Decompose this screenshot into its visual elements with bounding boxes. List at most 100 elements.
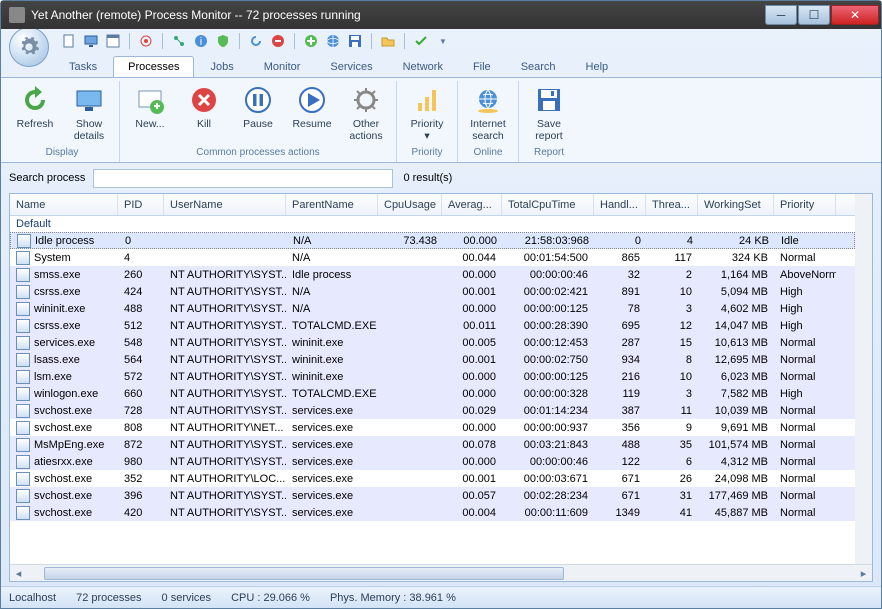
tab-services[interactable]: Services	[316, 57, 386, 77]
qa-btn-8[interactable]	[248, 33, 264, 49]
cell-parent: services.exe	[286, 453, 378, 470]
priority-button[interactable]: Priority▾	[401, 81, 453, 145]
col-header-thr[interactable]: Threa...	[646, 194, 698, 215]
cell-user: NT AUTHORITY\SYST...	[164, 402, 286, 419]
table-row[interactable]: smss.exe260NT AUTHORITY\SYST...Idle proc…	[10, 266, 855, 283]
qa-btn-5[interactable]	[171, 33, 187, 49]
tab-network[interactable]: Network	[389, 57, 457, 77]
col-header-name[interactable]: Name	[10, 194, 118, 215]
table-row[interactable]: services.exe548NT AUTHORITY\SYST...winin…	[10, 334, 855, 351]
qa-btn-14[interactable]	[413, 33, 429, 49]
cell-pid: 808	[118, 419, 164, 436]
maximize-button[interactable]: ☐	[798, 5, 830, 25]
resume-button[interactable]: Resume	[286, 81, 338, 145]
cell-pid: 0	[119, 233, 165, 248]
qa-dropdown[interactable]: ▼	[435, 33, 451, 49]
col-header-prio[interactable]: Priority	[774, 194, 836, 215]
qa-btn-11[interactable]	[325, 33, 341, 49]
table-row[interactable]: lsass.exe564NT AUTHORITY\SYST...wininit.…	[10, 351, 855, 368]
tab-tasks[interactable]: Tasks	[55, 57, 111, 77]
tab-search[interactable]: Search	[507, 57, 570, 77]
qa-btn-1[interactable]	[61, 33, 77, 49]
cell-name: svchost.exe	[10, 504, 118, 521]
scroll-thumb[interactable]	[44, 567, 564, 580]
cell-handl: 488	[594, 436, 646, 453]
qa-btn-13[interactable]	[380, 33, 396, 49]
refresh-label: Refresh	[17, 118, 54, 130]
horizontal-scrollbar[interactable]: ◂ ▸	[10, 564, 872, 581]
isearch-button[interactable]: Internetsearch	[462, 81, 514, 145]
qa-btn-9[interactable]	[270, 33, 286, 49]
col-header-ws[interactable]: WorkingSet	[698, 194, 774, 215]
other-button[interactable]: Otheractions	[340, 81, 392, 145]
search-input[interactable]	[93, 169, 393, 188]
details-button[interactable]: Showdetails	[63, 81, 115, 145]
col-header-avg[interactable]: Averag...	[442, 194, 502, 215]
cell-parent: services.exe	[286, 402, 378, 419]
kill-button[interactable]: Kill	[178, 81, 230, 145]
close-button[interactable]: ✕	[831, 5, 879, 25]
tab-jobs[interactable]: Jobs	[196, 57, 247, 77]
pause-button[interactable]: Pause	[232, 81, 284, 145]
search-result-count: 0 result(s)	[403, 172, 452, 184]
cell-ws: 24,098 MB	[698, 470, 774, 487]
col-header-cpuu[interactable]: CpuUsage	[378, 194, 442, 215]
table-row[interactable]: svchost.exe352NT AUTHORITY\LOC...service…	[10, 470, 855, 487]
ribbon-tabstrip: TasksProcessesJobsMonitorServicesNetwork…	[1, 53, 881, 77]
qa-btn-10[interactable]	[303, 33, 319, 49]
network-icon	[172, 34, 186, 48]
cell-cpuu	[378, 470, 442, 487]
scroll-right-arrow[interactable]: ▸	[855, 566, 872, 581]
table-row[interactable]: svchost.exe808NT AUTHORITY\NET...service…	[10, 419, 855, 436]
table-row[interactable]: lsm.exe572NT AUTHORITY\SYST...wininit.ex…	[10, 368, 855, 385]
table-row[interactable]: atiesrxx.exe980NT AUTHORITY\SYST...servi…	[10, 453, 855, 470]
tab-help[interactable]: Help	[572, 57, 623, 77]
titlebar[interactable]: Yet Another (remote) Process Monitor -- …	[1, 1, 881, 29]
cell-tct: 00:00:12:453	[502, 334, 594, 351]
table-row[interactable]: csrss.exe424NT AUTHORITY\SYST...N/A00.00…	[10, 283, 855, 300]
table-row[interactable]: System4N/A00.04400:01:54:500865117324 KB…	[10, 249, 855, 266]
qa-btn-2[interactable]	[83, 33, 99, 49]
table-row[interactable]: svchost.exe728NT AUTHORITY\SYST...servic…	[10, 402, 855, 419]
qa-btn-12[interactable]	[347, 33, 363, 49]
table-row[interactable]: svchost.exe420NT AUTHORITY\SYST...servic…	[10, 504, 855, 521]
qa-btn-6[interactable]: i	[193, 33, 209, 49]
col-header-user[interactable]: UserName	[164, 194, 286, 215]
qa-btn-7[interactable]	[215, 33, 231, 49]
table-row[interactable]: csrss.exe512NT AUTHORITY\SYST...TOTALCMD…	[10, 317, 855, 334]
col-header-tct[interactable]: TotalCpuTime	[502, 194, 594, 215]
save-button[interactable]: Savereport	[523, 81, 575, 145]
priority-label: Priority▾	[411, 118, 444, 142]
tab-monitor[interactable]: Monitor	[250, 57, 315, 77]
cell-pid: 548	[118, 334, 164, 351]
globe-icon	[326, 34, 340, 48]
cell-cpuu: 73.438	[379, 233, 443, 248]
minimize-button[interactable]: ─	[765, 5, 797, 25]
cell-thr: 35	[646, 436, 698, 453]
col-header-parent[interactable]: ParentName	[286, 194, 378, 215]
table-row[interactable]: wininit.exe488NT AUTHORITY\SYST...N/A00.…	[10, 300, 855, 317]
scroll-left-arrow[interactable]: ◂	[10, 566, 27, 581]
table-body[interactable]: DefaultIdle process0N/A73.43800.00021:58…	[10, 216, 855, 564]
qa-btn-4[interactable]	[138, 33, 154, 49]
table-row[interactable]: svchost.exe396NT AUTHORITY\SYST...servic…	[10, 487, 855, 504]
cell-name: lsm.exe	[10, 368, 118, 385]
vertical-scrollbar[interactable]	[855, 194, 872, 564]
cell-prio: High	[774, 385, 836, 402]
cell-avg: 00.057	[442, 487, 502, 504]
cell-handl: 891	[594, 283, 646, 300]
qa-btn-3[interactable]	[105, 33, 121, 49]
refresh-button[interactable]: Refresh	[9, 81, 61, 145]
col-header-handl[interactable]: Handl...	[594, 194, 646, 215]
new-button[interactable]: New...	[124, 81, 176, 145]
app-window: Yet Another (remote) Process Monitor -- …	[0, 0, 882, 609]
cell-name: services.exe	[10, 334, 118, 351]
table-row[interactable]: winlogon.exe660NT AUTHORITY\SYST...TOTAL…	[10, 385, 855, 402]
table-row[interactable]: MsMpEng.exe872NT AUTHORITY\SYST...servic…	[10, 436, 855, 453]
group-row[interactable]: Default	[10, 216, 855, 232]
table-row[interactable]: Idle process0N/A73.43800.00021:58:03:968…	[10, 232, 855, 249]
tab-processes[interactable]: Processes	[113, 56, 194, 77]
new-icon	[134, 84, 166, 116]
col-header-pid[interactable]: PID	[118, 194, 164, 215]
tab-file[interactable]: File	[459, 57, 505, 77]
